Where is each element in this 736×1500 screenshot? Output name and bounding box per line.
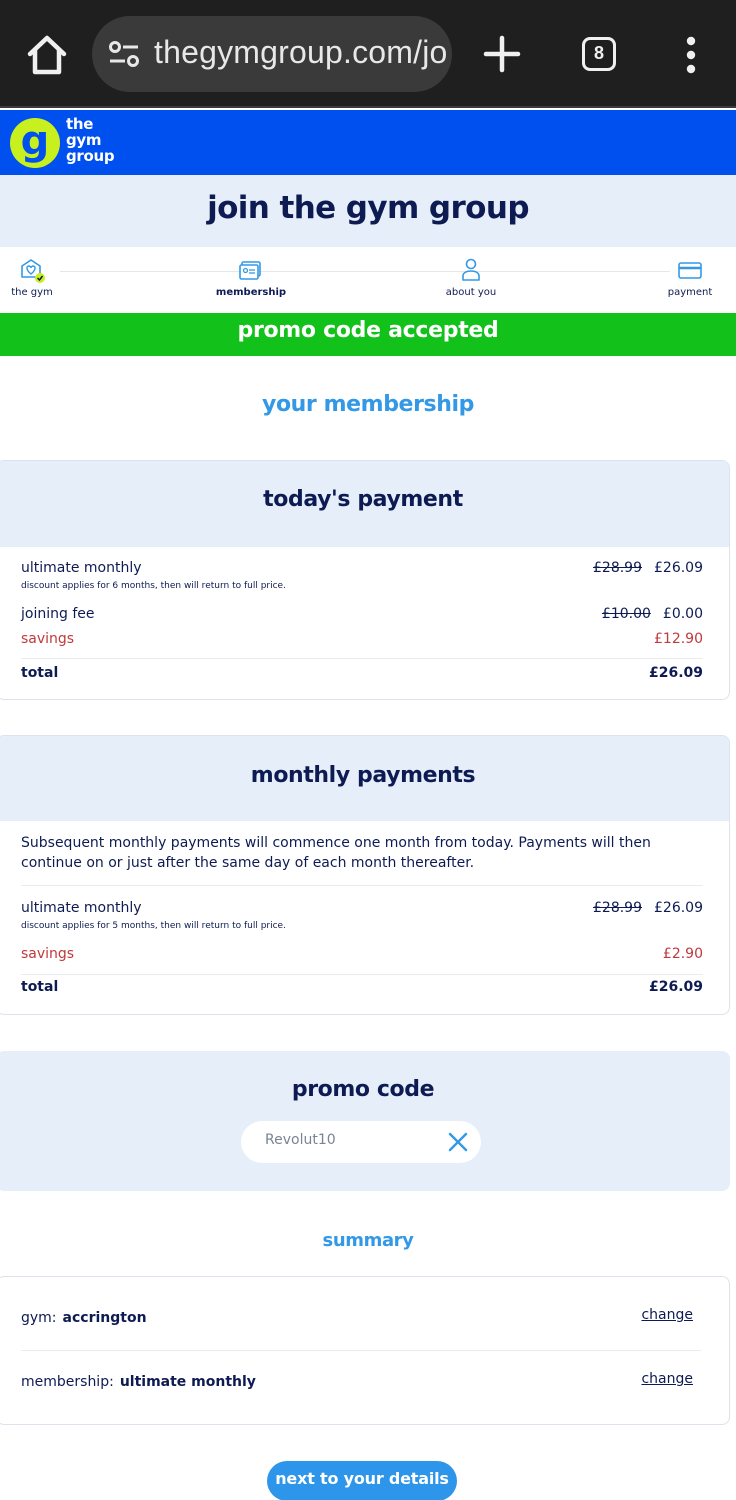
total-label: total bbox=[21, 665, 59, 681]
summary-heading: summary bbox=[322, 1230, 414, 1251]
summary-card: gym: accrington change membership: ultimat… bbox=[0, 1276, 730, 1425]
card-title: today's payment bbox=[263, 487, 463, 512]
next-button-label: next to your details bbox=[275, 1469, 449, 1488]
gym-heart-icon bbox=[21, 259, 45, 283]
summary-key: membership: bbox=[21, 1374, 114, 1390]
card-header: monthly payments bbox=[0, 736, 729, 821]
more-vert-icon[interactable] bbox=[680, 36, 702, 74]
change-gym-link[interactable]: change bbox=[641, 1307, 693, 1323]
savings-label: savings bbox=[21, 946, 75, 962]
savings-value: £2.90 bbox=[662, 946, 703, 962]
fee-prices: £10.00 £0.00 bbox=[602, 606, 703, 622]
logo-glyph: g bbox=[20, 118, 50, 164]
item-label: ultimate monthly bbox=[21, 560, 142, 576]
promo-code-section: promo code Revolut10 bbox=[0, 1051, 730, 1191]
logo-line: group bbox=[66, 147, 115, 165]
summary-value: ultimate monthly bbox=[119, 1374, 256, 1390]
current-price: £26.09 bbox=[654, 900, 703, 916]
total-label: total bbox=[21, 979, 59, 995]
total-value: £26.09 bbox=[648, 979, 703, 995]
fee-label: joining fee bbox=[21, 606, 95, 622]
divider bbox=[21, 1350, 701, 1351]
membership-card-icon bbox=[239, 261, 261, 280]
promo-accepted-text: promo code accepted bbox=[237, 318, 499, 343]
item-note: discount applies for 6 months, then will… bbox=[21, 581, 286, 591]
item-prices: £28.99 £26.09 bbox=[593, 560, 703, 576]
line-item-row: ultimate monthly discount applies for 5 … bbox=[21, 900, 703, 940]
step-label: membership bbox=[215, 287, 287, 298]
summary-key: gym: bbox=[21, 1310, 57, 1326]
savings-row: savings £2.90 bbox=[21, 946, 703, 966]
step-label: the gym bbox=[11, 287, 53, 298]
divider bbox=[21, 885, 703, 886]
logo-line: gym bbox=[66, 131, 102, 149]
current-price: £0.00 bbox=[662, 606, 703, 622]
total-value: £26.09 bbox=[648, 665, 703, 681]
joining-fee-row: joining fee £10.00 £0.00 bbox=[21, 606, 703, 626]
address-bar[interactable]: thegymgroup.com/jo bbox=[92, 16, 452, 92]
summary-value: accrington bbox=[62, 1310, 147, 1326]
step-payment[interactable]: payment bbox=[664, 257, 716, 298]
promo-code-title: promo code bbox=[291, 1077, 435, 1102]
summary-membership-row: membership: ultimate monthly change bbox=[21, 1371, 701, 1395]
total-row: total £26.09 bbox=[21, 665, 703, 685]
savings-row: savings £12.90 bbox=[21, 631, 703, 651]
plus-icon[interactable] bbox=[480, 32, 524, 76]
step-label: payment bbox=[667, 287, 713, 298]
summary-gym-row: gym: accrington change bbox=[21, 1307, 701, 1331]
step-about-you[interactable]: about you bbox=[440, 257, 502, 298]
savings-value: £12.90 bbox=[654, 631, 703, 647]
tune-icon[interactable] bbox=[108, 40, 140, 68]
divider bbox=[21, 658, 703, 659]
step-the-gym[interactable]: the gym bbox=[8, 257, 56, 298]
browser-toolbar: thegymgroup.com/jo 8 bbox=[0, 0, 736, 108]
item-label: ultimate monthly bbox=[21, 900, 142, 916]
steps-connector bbox=[60, 271, 670, 272]
line-item-row: ultimate monthly discount applies for 6 … bbox=[21, 560, 703, 600]
item-prices: £28.99 £26.09 bbox=[593, 900, 703, 916]
divider bbox=[21, 974, 703, 975]
site-header: g the gym group bbox=[0, 110, 736, 175]
old-price: £10.00 bbox=[601, 606, 651, 622]
membership-heading: your membership bbox=[262, 392, 474, 417]
old-price: £28.99 bbox=[593, 560, 642, 576]
url-text[interactable]: thegymgroup.com/jo bbox=[154, 34, 448, 71]
total-row: total £26.09 bbox=[21, 979, 703, 999]
savings-label: savings bbox=[21, 631, 75, 647]
item-note: discount applies for 5 months, then will… bbox=[21, 921, 286, 931]
current-price: £26.09 bbox=[654, 560, 703, 576]
logo[interactable]: the gym group bbox=[66, 115, 115, 165]
card-header: today's payment bbox=[0, 461, 729, 547]
logo-line: the bbox=[66, 115, 94, 133]
credit-card-icon bbox=[678, 262, 702, 279]
page-title: join the gym group bbox=[207, 190, 529, 226]
change-membership-link[interactable]: change bbox=[641, 1371, 693, 1387]
home-icon[interactable] bbox=[22, 30, 72, 80]
promo-accepted-banner: promo code accepted bbox=[0, 313, 736, 356]
person-icon bbox=[462, 258, 480, 281]
promo-code-value[interactable]: Revolut10 bbox=[265, 1132, 336, 1148]
close-icon[interactable] bbox=[447, 1131, 469, 1153]
step-membership[interactable]: membership bbox=[214, 257, 288, 298]
monthly-payments-card: monthly payments Subsequent monthly paym… bbox=[0, 735, 730, 1015]
progress-steps: the gym membership about you payment bbox=[0, 247, 736, 313]
old-price: £28.99 bbox=[593, 900, 642, 916]
monthly-description: Subsequent monthly payments will commenc… bbox=[21, 835, 651, 871]
todays-payment-card: today's payment ultimate monthly discoun… bbox=[0, 460, 730, 700]
tabs-icon[interactable]: 8 bbox=[582, 37, 616, 71]
card-title: monthly payments bbox=[250, 763, 476, 788]
title-band: join the gym group bbox=[0, 175, 736, 247]
step-label: about you bbox=[445, 287, 497, 298]
promo-code-input[interactable]: Revolut10 bbox=[241, 1121, 481, 1163]
next-button[interactable]: next to your details bbox=[267, 1461, 457, 1500]
